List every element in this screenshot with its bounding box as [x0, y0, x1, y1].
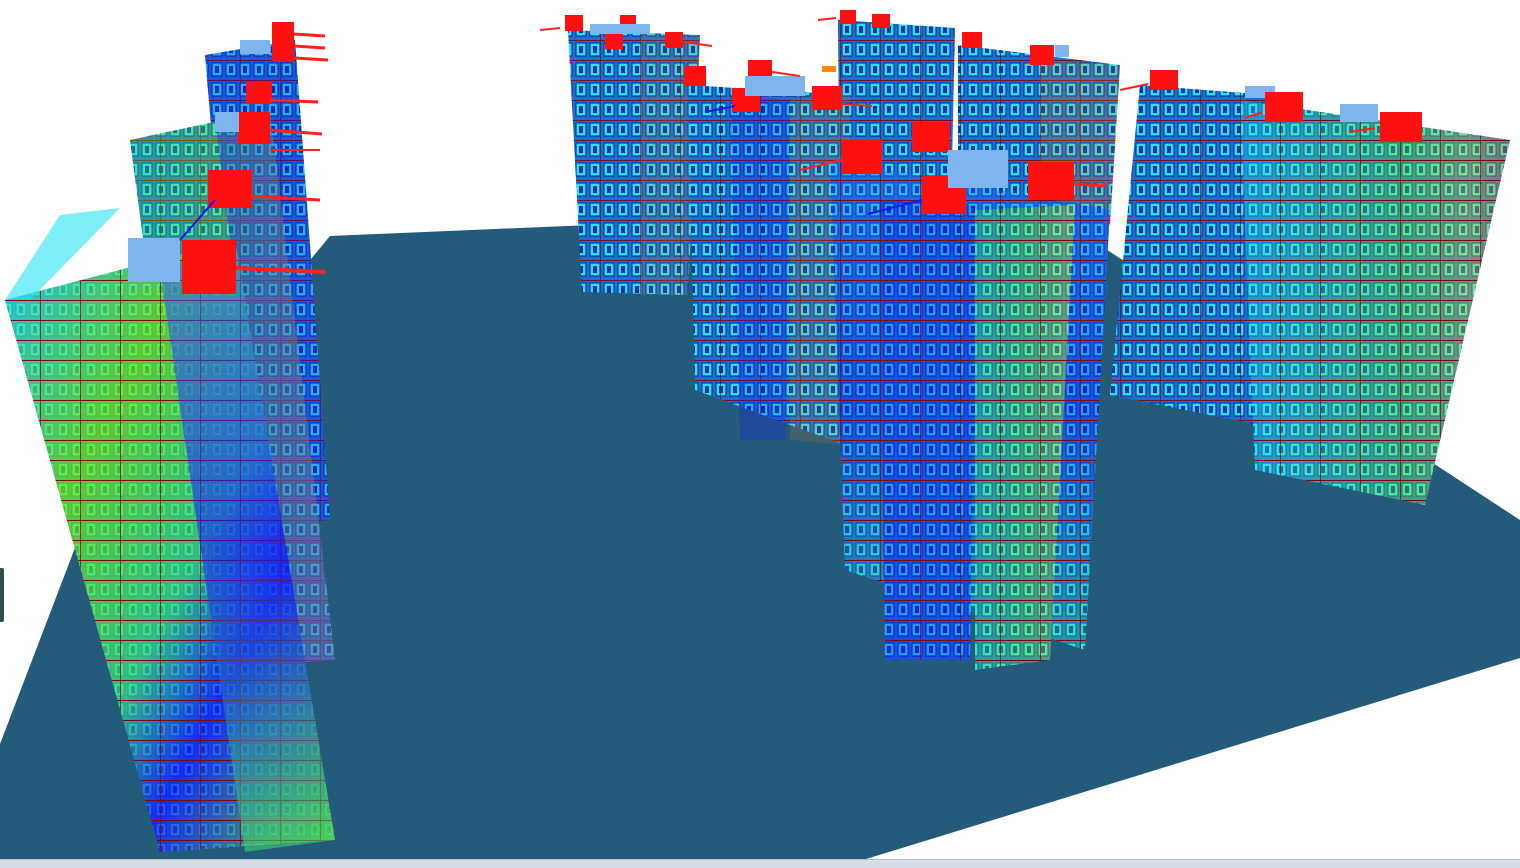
roof-unit — [238, 112, 270, 144]
roof-unit — [1265, 92, 1303, 122]
roof-equipment — [128, 238, 180, 282]
roof-equipment — [745, 76, 805, 96]
roof-unit — [565, 15, 583, 31]
roof-unit — [1028, 162, 1074, 200]
roof-unit — [665, 32, 683, 48]
roof-unit — [1030, 45, 1054, 65]
3d-viewport[interactable] — [0, 0, 1520, 867]
roof-equipment — [590, 24, 650, 34]
roof-unit — [684, 66, 706, 86]
roof-equipment — [948, 150, 1008, 188]
roof-equipment — [240, 40, 270, 54]
roof-equipment — [215, 112, 239, 132]
roof-unit — [962, 32, 982, 48]
roof-unit — [272, 22, 294, 62]
roof-unit — [605, 33, 623, 49]
roof-unit — [208, 170, 252, 208]
roof-unit — [1150, 70, 1178, 90]
roof-unit — [840, 10, 856, 24]
building-model-scene[interactable] — [0, 0, 1520, 867]
roof-unit — [912, 122, 950, 152]
roof-unit — [1380, 112, 1422, 142]
roof-unit — [182, 240, 236, 294]
roof-unit — [842, 140, 882, 174]
tower-right[interactable] — [1240, 92, 1510, 505]
side-panel-handle[interactable] — [0, 568, 4, 622]
roof-unit — [246, 82, 272, 104]
roof-equipment — [1340, 104, 1378, 122]
roof-unit — [812, 86, 842, 110]
roof-equipment — [1055, 45, 1069, 57]
roof-unit — [748, 60, 772, 78]
roof-unit — [872, 14, 890, 28]
